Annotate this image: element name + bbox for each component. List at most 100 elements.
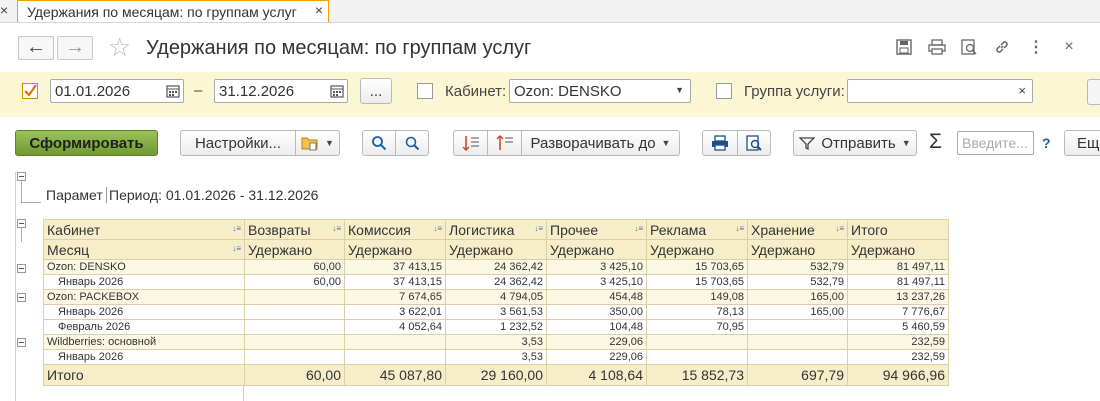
cell-value[interactable]: 70,95 — [646, 319, 748, 335]
forward-button[interactable]: → — [57, 36, 93, 60]
cell-value[interactable] — [244, 334, 345, 350]
cell-value[interactable]: 4 108,64 — [546, 364, 647, 386]
row-name[interactable]: Январь 2026 — [43, 304, 245, 320]
cell-value[interactable]: 60,00 — [244, 274, 345, 290]
col-header[interactable]: Кабинет ↓≡ — [43, 219, 245, 240]
table-row[interactable]: Ozon: PACKEBOX 7 674,65 4 794,05 454,48 149,… — [43, 289, 949, 305]
table-row[interactable]: Январь 2026 3 622,01 3 561,53 350,00 78,13 16… — [43, 304, 949, 320]
collapse-button[interactable] — [453, 130, 488, 156]
table-row[interactable]: Февраль 2026 4 052,64 1 232,52 104,48 70,95 5… — [43, 319, 949, 335]
print-button[interactable] — [702, 130, 738, 156]
sort-icon[interactable]: ↓≡ — [634, 222, 643, 236]
cell-value[interactable]: 104,48 — [546, 319, 647, 335]
cell-value[interactable]: 229,06 — [546, 349, 647, 365]
cell-value[interactable] — [344, 334, 446, 350]
row-name[interactable]: Итого — [43, 364, 245, 386]
close-window-icon[interactable]: × — [1058, 36, 1080, 58]
cell-value[interactable]: 3,53 — [445, 349, 547, 365]
row-name[interactable]: Wildberries: основной — [43, 334, 245, 350]
cell-value[interactable]: 7 674,65 — [344, 289, 446, 305]
col-header[interactable]: Итого — [847, 219, 949, 240]
cell-value[interactable] — [646, 334, 748, 350]
sort-icon[interactable]: ↓≡ — [835, 222, 844, 236]
print-preview-button[interactable] — [737, 130, 771, 156]
sort-icon[interactable]: ↓≡ — [534, 222, 543, 236]
sort-icon[interactable]: ↓≡ — [232, 242, 241, 256]
cell-value[interactable]: 3,53 — [445, 334, 547, 350]
cell-value[interactable] — [244, 289, 345, 305]
cell-value[interactable]: 15 852,73 — [646, 364, 748, 386]
row-name[interactable]: Ozon: PACKEBOX — [43, 289, 245, 305]
cell-value[interactable]: 60,00 — [244, 364, 345, 386]
cell-value[interactable]: 4 794,05 — [445, 289, 547, 305]
cell-value[interactable]: 15 703,65 — [646, 259, 748, 275]
cell-value[interactable] — [646, 349, 748, 365]
send-button[interactable]: Отправить ▼ — [793, 130, 917, 156]
total-row[interactable]: Итого 60,00 45 087,80 29 160,00 4 108,64 15 8… — [43, 364, 949, 386]
date-to-field[interactable]: 31.12.2026 — [214, 79, 348, 103]
cell-value[interactable] — [244, 319, 345, 335]
cell-value[interactable]: 60,00 — [244, 259, 345, 275]
cell-value[interactable]: 1 232,52 — [445, 319, 547, 335]
cell-value[interactable]: 3 561,53 — [445, 304, 547, 320]
row-name[interactable]: Январь 2026 — [43, 274, 245, 290]
table-row[interactable]: Январь 2026 3,53 229,06 232,59 — [43, 349, 949, 365]
search-input[interactable]: Введите... — [957, 131, 1034, 155]
period-more-button[interactable]: ... — [360, 78, 392, 104]
cell-value[interactable]: 232,59 — [847, 334, 949, 350]
back-button[interactable]: ← — [18, 36, 54, 60]
cell-value[interactable]: 165,00 — [747, 304, 848, 320]
link-icon[interactable] — [991, 36, 1013, 58]
cell-value[interactable]: 5 460,59 — [847, 319, 949, 335]
cell-value[interactable]: 229,06 — [546, 334, 647, 350]
cell-value[interactable]: 7 776,67 — [847, 304, 949, 320]
tab-close-icon[interactable]: × — [315, 2, 323, 18]
cell-value[interactable]: 149,08 — [646, 289, 748, 305]
params-collapse-icon[interactable] — [17, 172, 26, 181]
cell-value[interactable]: 232,59 — [847, 349, 949, 365]
group-field[interactable]: × — [847, 79, 1033, 103]
favorite-star-icon[interactable]: ☆ — [108, 33, 131, 61]
row-name[interactable]: Январь 2026 — [43, 349, 245, 365]
cell-value[interactable]: 350,00 — [546, 304, 647, 320]
sort-icon[interactable]: ↓≡ — [332, 222, 341, 236]
cell-value[interactable]: 13 237,26 — [847, 289, 949, 305]
settings-button[interactable]: Настройки... — [180, 130, 296, 156]
cell-value[interactable]: 532,79 — [747, 259, 848, 275]
cell-value[interactable]: 81 497,11 — [847, 259, 949, 275]
cell-value[interactable]: 37 413,15 — [344, 274, 446, 290]
cell-value[interactable]: 45 087,80 — [344, 364, 446, 386]
cell-value[interactable]: 15 703,65 — [646, 274, 748, 290]
cell-value[interactable] — [747, 334, 848, 350]
cell-value[interactable] — [747, 349, 848, 365]
group-collapse-icon[interactable] — [17, 338, 26, 347]
cell-value[interactable]: 94 966,96 — [847, 364, 949, 386]
table-row[interactable]: Ozon: DENSKO 60,00 37 413,15 24 362,42 3 425… — [43, 259, 949, 275]
find-button[interactable] — [362, 130, 396, 156]
col-header[interactable]: Прочее ↓≡ — [546, 219, 647, 240]
cell-value[interactable]: 81 497,11 — [847, 274, 949, 290]
col-header[interactable]: Возвраты ↓≡ — [244, 219, 345, 240]
cell-value[interactable]: 3 425,10 — [546, 274, 647, 290]
calendar-icon[interactable] — [329, 83, 345, 99]
col-header[interactable]: Логистика ↓≡ — [445, 219, 547, 240]
save-icon[interactable] — [893, 36, 915, 58]
more-vertical-icon[interactable]: ⋮ — [1025, 36, 1047, 58]
sort-icon[interactable]: ↓≡ — [232, 222, 241, 236]
tab-report[interactable]: Удержания по месяцам: по группам услуг × — [17, 0, 329, 22]
expand-button[interactable] — [487, 130, 522, 156]
variants-button[interactable]: ▼ — [295, 130, 340, 156]
cell-value[interactable] — [344, 349, 446, 365]
group-checkbox[interactable] — [716, 83, 732, 99]
expand-to-button[interactable]: Разворачивать до ▼ — [521, 130, 680, 156]
col-header[interactable]: Реклама ↓≡ — [646, 219, 748, 240]
row-name[interactable]: Февраль 2026 — [43, 319, 245, 335]
sum-icon[interactable]: Σ — [929, 130, 942, 154]
cell-value[interactable]: 24 362,42 — [445, 259, 547, 275]
dropdown-arrow-icon[interactable]: ▼ — [675, 85, 684, 95]
cell-value[interactable]: 697,79 — [747, 364, 848, 386]
more-button[interactable]: Еще — [1064, 130, 1100, 156]
table-row[interactable]: Январь 2026 60,00 37 413,15 24 362,42 3 425,… — [43, 274, 949, 290]
cabinet-checkbox[interactable] — [417, 83, 433, 99]
group-collapse-icon[interactable] — [17, 293, 26, 302]
